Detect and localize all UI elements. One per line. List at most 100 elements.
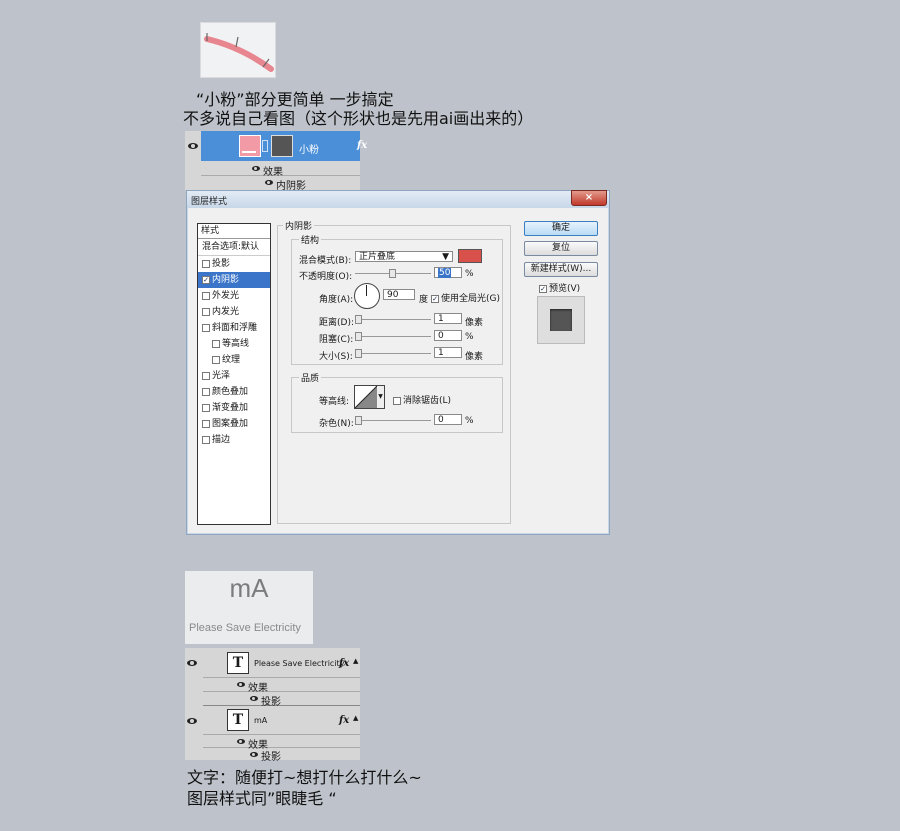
contour-dropdown-arrow-icon[interactable]: ▼ <box>377 385 385 409</box>
slider-knob[interactable] <box>355 416 362 425</box>
drop-shadow-row[interactable]: 投影 <box>203 692 360 708</box>
effects-row[interactable]: 效果 <box>203 678 360 694</box>
noise-input[interactable]: 0 <box>434 414 462 425</box>
blend-mode-select[interactable]: 正片叠底 ▼ <box>355 251 453 262</box>
collapse-arrow-icon[interactable]: ▲ <box>353 714 358 722</box>
choke-slider[interactable] <box>355 332 431 341</box>
angle-dial[interactable] <box>354 283 380 309</box>
checkbox[interactable] <box>202 291 210 300</box>
style-item-color-overlay[interactable]: 颜色叠加 <box>198 384 270 400</box>
layer-row-ma[interactable]: T mA fx ▲ <box>203 706 360 735</box>
drop-shadow-eye-icon[interactable] <box>250 752 258 757</box>
fx-icon[interactable]: fx <box>339 715 349 726</box>
style-item-pattern-overlay[interactable]: 图案叠加 <box>198 416 270 432</box>
visibility-eye-icon[interactable] <box>188 143 198 149</box>
collapse-arrow-icon[interactable]: ▲ <box>353 657 358 665</box>
checkbox[interactable] <box>202 387 210 396</box>
blend-mode-value: 正片叠底 <box>359 252 396 262</box>
inner-shadow-eye-icon[interactable] <box>265 180 273 185</box>
angle-input[interactable]: 90 <box>383 289 415 300</box>
style-item-bevel-emboss[interactable]: 斜面和浮雕 <box>198 320 270 336</box>
fx-icon[interactable]: fx <box>357 140 367 151</box>
checkbox[interactable] <box>212 355 220 364</box>
pink-layer-thumbnail <box>239 135 261 157</box>
style-item-outer-glow[interactable]: 外发光 <box>198 288 270 304</box>
quality-label: 品质 <box>299 371 322 384</box>
size-input[interactable]: 1 <box>434 347 462 358</box>
ok-button[interactable]: 确定 <box>524 221 598 236</box>
checkbox[interactable] <box>212 339 220 348</box>
checkbox[interactable] <box>202 307 210 316</box>
distance-input[interactable]: 1 <box>434 313 462 324</box>
layer-name: mA <box>254 716 268 725</box>
effects-eye-icon[interactable] <box>237 739 245 744</box>
effects-eye-icon[interactable] <box>252 166 260 171</box>
style-label: 渐变叠加 <box>212 403 249 413</box>
dialog-titlebar[interactable]: 图层样式 × <box>187 190 609 208</box>
layer-name: Please Save Electricity <box>254 659 345 668</box>
style-item-texture[interactable]: 纹理 <box>198 352 270 368</box>
new-style-button[interactable]: 新建样式(W)... <box>524 262 598 277</box>
angle-label: 角度(A): <box>319 295 354 305</box>
slider-knob[interactable] <box>355 315 362 324</box>
antialias-checkbox[interactable]: 消除锯齿(L) <box>393 393 451 406</box>
checkbox[interactable] <box>202 275 210 284</box>
drop-shadow-eye-icon[interactable] <box>250 696 258 701</box>
drop-shadow-row[interactable]: 投影 <box>203 748 360 763</box>
checkbox[interactable] <box>202 259 210 268</box>
checkbox[interactable] <box>202 371 210 380</box>
style-item-inner-shadow[interactable]: 内阴影 <box>198 272 270 288</box>
slider-knob[interactable] <box>389 269 396 278</box>
style-item-gradient-overlay[interactable]: 渐变叠加 <box>198 400 270 416</box>
checkbox[interactable] <box>393 396 401 405</box>
size-slider[interactable] <box>355 349 431 358</box>
visibility-eye-icon[interactable] <box>187 718 197 724</box>
style-item-inner-glow[interactable]: 内发光 <box>198 304 270 320</box>
layer-name: 小粉 <box>299 145 319 156</box>
styles-list: 样式 混合选项:默认 投影 内阴影 外发光 内发光 斜面和浮雕 等高线 纹理 光… <box>197 223 271 525</box>
effects-row[interactable]: 效果 <box>203 735 360 751</box>
preview-checkbox[interactable]: 预览(V) <box>539 281 580 294</box>
reset-button[interactable]: 复位 <box>524 241 598 256</box>
inner-shadow-row[interactable]: 内阴影 <box>201 176 360 192</box>
opacity-slider[interactable] <box>355 269 431 278</box>
fx-icon[interactable]: fx <box>339 658 349 669</box>
opacity-input[interactable]: 50 <box>434 267 462 278</box>
checkbox[interactable] <box>202 403 210 412</box>
effects-row[interactable]: 效果 <box>201 162 360 178</box>
choke-input[interactable]: 0 <box>434 330 462 341</box>
distance-slider[interactable] <box>355 315 431 324</box>
contour-linear-icon <box>355 386 377 408</box>
checkbox[interactable] <box>202 435 210 444</box>
close-button[interactable]: × <box>571 190 607 206</box>
style-label: 斜面和浮雕 <box>212 323 258 333</box>
layers-panel-top: 小粉 fx 效果 内阴影 <box>185 131 367 192</box>
styles-header[interactable]: 样式 <box>198 224 270 239</box>
style-item-contour[interactable]: 等高线 <box>198 336 270 352</box>
visibility-eye-icon[interactable] <box>187 660 197 666</box>
ma-preview: mA Please Save Electricity <box>185 571 313 644</box>
blend-options-item[interactable]: 混合选项:默认 <box>198 239 270 256</box>
blend-mode-label: 混合模式(B): <box>299 256 352 266</box>
checkbox[interactable] <box>202 419 210 428</box>
style-label: 描边 <box>212 435 231 445</box>
caption-line-2: 不多说自己看图（这个形状也是先用ai画出来的） <box>183 109 534 128</box>
drop-shadow-label: 投影 <box>261 752 281 763</box>
checkbox[interactable] <box>202 323 210 332</box>
layer-row-please-save[interactable]: T Please Save Electricity fx ▲ <box>203 649 360 678</box>
effects-eye-icon[interactable] <box>237 682 245 687</box>
style-item-stroke[interactable]: 描边 <box>198 432 270 448</box>
layer-row-xiaofen[interactable]: 小粉 fx <box>201 131 367 161</box>
slider-knob[interactable] <box>355 349 362 358</box>
contour-picker[interactable] <box>354 385 378 409</box>
global-light-checkbox[interactable]: 使用全局光(G) <box>431 291 500 304</box>
checkbox[interactable] <box>431 294 439 303</box>
shadow-color-swatch[interactable] <box>458 249 482 263</box>
style-item-satin[interactable]: 光泽 <box>198 368 270 384</box>
gauge-thumbnail <box>200 22 276 78</box>
style-item-drop-shadow[interactable]: 投影 <box>198 256 270 272</box>
checkbox[interactable] <box>539 284 547 293</box>
noise-slider[interactable] <box>355 416 431 425</box>
text-layer-icon: T <box>227 652 249 674</box>
slider-knob[interactable] <box>355 332 362 341</box>
